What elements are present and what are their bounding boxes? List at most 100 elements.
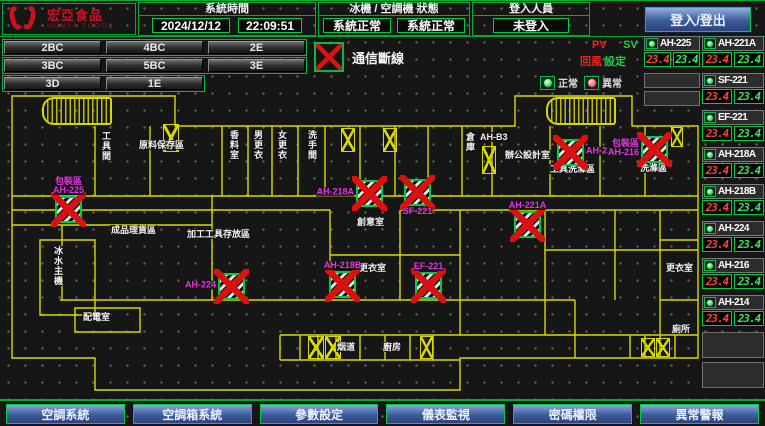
unit-name-row: EF-221 (702, 110, 764, 125)
fan-icon (341, 128, 355, 152)
unit-ah-218b[interactable]: AH-218B23.423.4 (702, 184, 764, 215)
room-label: 女更衣 (276, 130, 288, 160)
comm-fail-x-icon (214, 269, 249, 304)
ahu-marker-ef-221[interactable]: EF-221 (415, 272, 442, 299)
unit-pv-value: 23.4 (702, 274, 732, 289)
unit-sv-value: 23.4 (734, 89, 764, 104)
unit-status-lamp-icon (704, 75, 716, 86)
ahu-marker-ah-218b[interactable]: AH-218B (329, 271, 356, 298)
room-label: 成品理貨區 (110, 225, 157, 235)
comm-fail-x-icon (637, 132, 672, 167)
normal-indicator: 正常 (540, 75, 578, 90)
ahu-marker-label-line: SF-221 (403, 207, 433, 216)
unit-ah-221a[interactable]: AH-221A23.423.4 (702, 36, 764, 67)
unit-values-row: 23.423.4 (702, 52, 764, 67)
ahu-marker-ah-214[interactable]: AH-214 (557, 139, 584, 166)
pv-label: PV (592, 39, 607, 51)
nav-button-2[interactable]: 空調箱系統 (133, 404, 252, 424)
empty-slot (644, 91, 700, 106)
unit-status-lamp-icon (704, 297, 716, 308)
ahu-marker-label-line: AH-218A (316, 188, 354, 197)
ahu-marker-ah-225[interactable]: 包裝區AH-225 (55, 196, 82, 223)
lamp-glyph (706, 225, 714, 233)
ahu-marker-label: SF-221 (403, 207, 433, 216)
comm-fail-x-icon (400, 175, 435, 210)
unit-sv-value: 23.4 (734, 311, 764, 326)
fan-icon (420, 336, 433, 359)
unit-status-lamp-icon (704, 223, 716, 234)
room-label: 加工工具存放區 (186, 229, 251, 239)
nav-button-5[interactable]: 密碼權限 (513, 404, 632, 424)
unit-pv-value: 23.4 (702, 89, 732, 104)
nav-button-1[interactable]: 空調系統 (6, 404, 125, 424)
fan-icon (383, 128, 397, 152)
fan-icon (308, 336, 324, 359)
ahu-marker-label: AH-221A (509, 201, 547, 210)
room-label: AH-B3 (479, 132, 509, 142)
fan-icon (656, 338, 670, 357)
abnormal-label: 異常 (602, 75, 622, 90)
room-label: 廁所 (671, 324, 691, 334)
ahu-marker-label: AH-224 (185, 281, 216, 290)
ahu-marker-label-line: AH-216 (608, 148, 639, 157)
sv-label: SV (623, 39, 638, 51)
nav-button-3[interactable]: 參數設定 (260, 404, 379, 424)
unit-name-row: AH-214 (702, 295, 764, 310)
room-label: 烟道 (336, 342, 356, 352)
ahu-marker-label-line: AH-218B (324, 261, 362, 270)
empty-slot (702, 362, 764, 388)
unit-sv-value: 23.4 (673, 52, 700, 67)
unit-values-row: 23.423.4 (702, 200, 764, 215)
unit-name-row: SF-221 (702, 73, 764, 88)
comm-fail-x-icon (325, 267, 360, 302)
ahu-marker-ah-221a[interactable]: AH-221A (514, 211, 541, 238)
room-label: 倉庫 (464, 132, 476, 152)
ahu-marker-ah-216[interactable]: 包裝區AH-216 (641, 136, 668, 163)
unit-sv-value: 23.4 (734, 163, 764, 178)
ahu-marker-label-line: AH-221A (509, 201, 547, 210)
unit-name-row: AH-224 (702, 221, 764, 236)
nav-button-6[interactable]: 異常警報 (640, 404, 759, 424)
unit-status-lamp-icon (704, 149, 716, 160)
unit-ah-214[interactable]: AH-21423.423.4 (702, 295, 764, 326)
unit-name: SF-221 (718, 75, 747, 86)
ahu-marker-label-line: AH-225 (53, 186, 84, 195)
unit-name-row: AH-216 (702, 258, 764, 273)
room-label: 更衣室 (665, 263, 694, 273)
stairs-icon (546, 97, 616, 125)
unit-values-row: 23.423.4 (702, 126, 764, 141)
ahu-marker-ah-218a[interactable]: AH-218A (356, 180, 383, 207)
room-label: 香料室 (228, 130, 240, 160)
unit-name-row: AH-218B (702, 184, 764, 199)
unit-pv-value: 23.4 (702, 52, 732, 67)
ahu-marker-ah-224[interactable]: AH-224 (218, 273, 245, 300)
unit-ah-216[interactable]: AH-21623.423.4 (702, 258, 764, 289)
ahu-marker-label-line: EF-221 (414, 262, 444, 271)
comm-fail-x-icon (352, 176, 387, 211)
unit-sf-221[interactable]: SF-221 23.423.4 (702, 73, 764, 104)
abnormal-indicator: 異常 (584, 75, 622, 90)
unit-name: EF-221 (718, 112, 747, 123)
unit-name: AH-225 (660, 38, 691, 49)
room-label: 更衣室 (358, 263, 387, 273)
unit-name: AH-224 (718, 223, 749, 234)
unit-name: AH-218A (718, 149, 755, 160)
hmi-screen: 宏亞食品 HUNYA FOODS 系統時間 2024/12/12 22:09:5… (0, 0, 765, 426)
unit-sv-value: 23.4 (734, 52, 764, 67)
fan-icon (671, 127, 683, 147)
lamp-glyph (706, 40, 714, 48)
unit-values-row: 23.423.4 (702, 89, 764, 104)
lamp-glyph (706, 299, 714, 307)
unit-ah-225[interactable]: AH-22523.423.4 (644, 36, 700, 67)
ahu-marker-sf-221[interactable]: SF-221 (404, 179, 431, 206)
lamp-glyph (706, 77, 714, 85)
lamp-glyph (706, 114, 714, 122)
unit-status-lamp-icon (704, 112, 716, 123)
unit-ah-218a[interactable]: AH-218A23.423.4 (702, 147, 764, 178)
unit-pv-value: 23.4 (702, 126, 732, 141)
unit-name: AH-214 (718, 297, 749, 308)
unit-ef-221[interactable]: EF-221 23.423.4 (702, 110, 764, 141)
unit-pv-value: 23.4 (702, 200, 732, 215)
unit-ah-224[interactable]: AH-22423.423.4 (702, 221, 764, 252)
nav-button-4[interactable]: 儀表監視 (386, 404, 505, 424)
